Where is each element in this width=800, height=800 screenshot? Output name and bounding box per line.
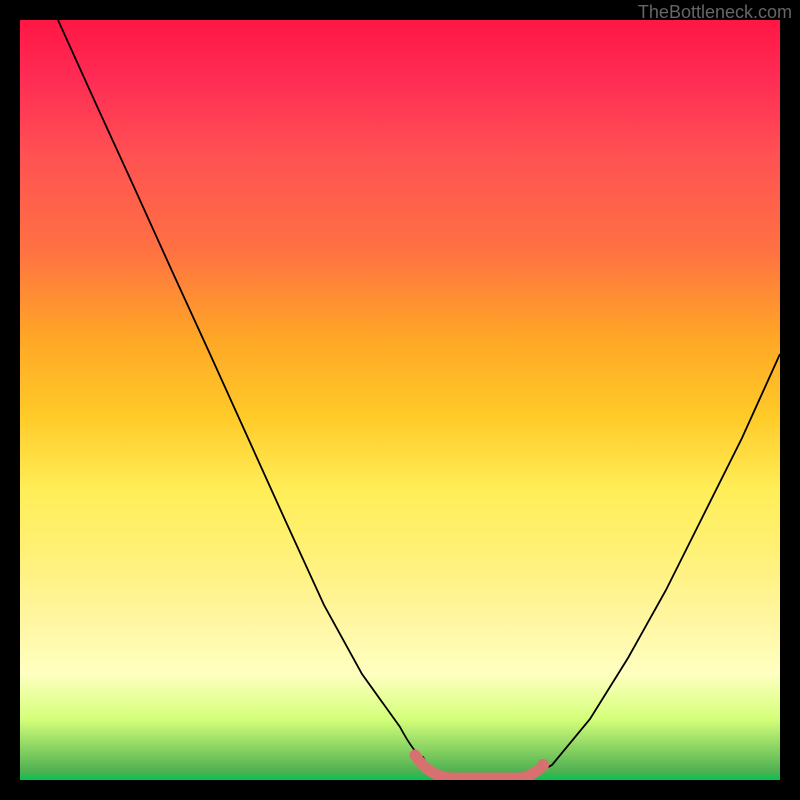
highlight-region — [415, 755, 538, 778]
watermark-text: TheBottleneck.com — [638, 2, 792, 23]
highlight-point — [537, 759, 549, 771]
curve-svg — [20, 20, 780, 780]
bottleneck-curve — [58, 20, 780, 778]
plot-area — [20, 20, 780, 780]
chart-container: TheBottleneck.com — [0, 0, 800, 800]
